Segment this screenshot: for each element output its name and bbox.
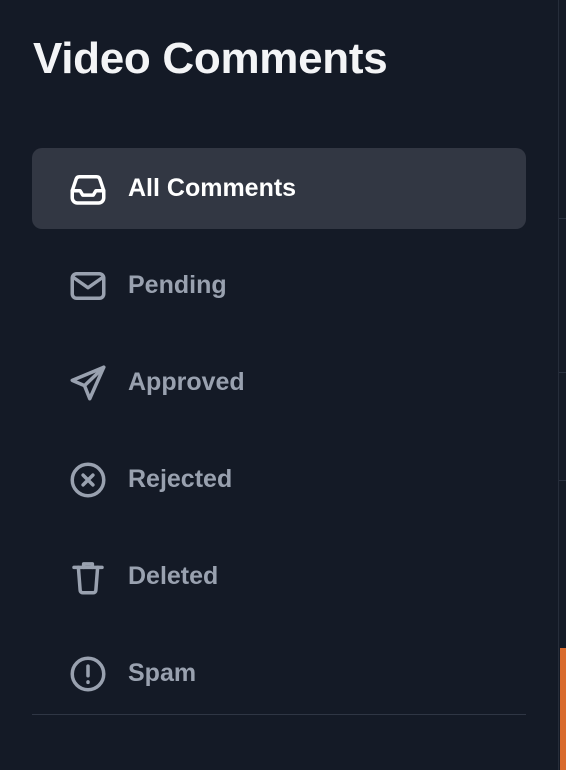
- send-icon: [67, 362, 109, 404]
- trash-icon: [67, 556, 109, 598]
- sidebar-item-spam[interactable]: Spam: [32, 633, 526, 714]
- sidebar-item-approved[interactable]: Approved: [32, 342, 526, 423]
- page-title: Video Comments: [33, 34, 388, 83]
- panel-divider: [559, 218, 566, 219]
- main-panel-edge: [558, 0, 566, 770]
- sidebar-item-pending[interactable]: Pending: [32, 245, 526, 326]
- sidebar-item-rejected[interactable]: Rejected: [32, 439, 526, 520]
- sidebar-item-deleted[interactable]: Deleted: [32, 536, 526, 617]
- sidebar-item-label: All Comments: [128, 174, 297, 202]
- sidebar-item-label: Approved: [128, 368, 245, 396]
- sidebar-divider: [32, 714, 526, 715]
- panel-divider: [559, 372, 566, 373]
- sidebar-item-label: Spam: [128, 659, 197, 687]
- inbox-icon: [67, 168, 109, 210]
- alert-circle-icon: [67, 653, 109, 695]
- sidebar-nav: All Comments Pending Approved Rejected D…: [32, 148, 526, 730]
- accent-strip: [560, 648, 566, 770]
- sidebar-item-label: Rejected: [128, 465, 233, 493]
- mail-icon: [67, 265, 109, 307]
- sidebar: Video Comments All Comments Pending Appr…: [0, 0, 558, 770]
- sidebar-item-label: Deleted: [128, 562, 219, 590]
- sidebar-item-all-comments[interactable]: All Comments: [32, 148, 526, 229]
- sidebar-item-label: Pending: [128, 271, 227, 299]
- x-circle-icon: [67, 459, 109, 501]
- panel-divider: [559, 480, 566, 481]
